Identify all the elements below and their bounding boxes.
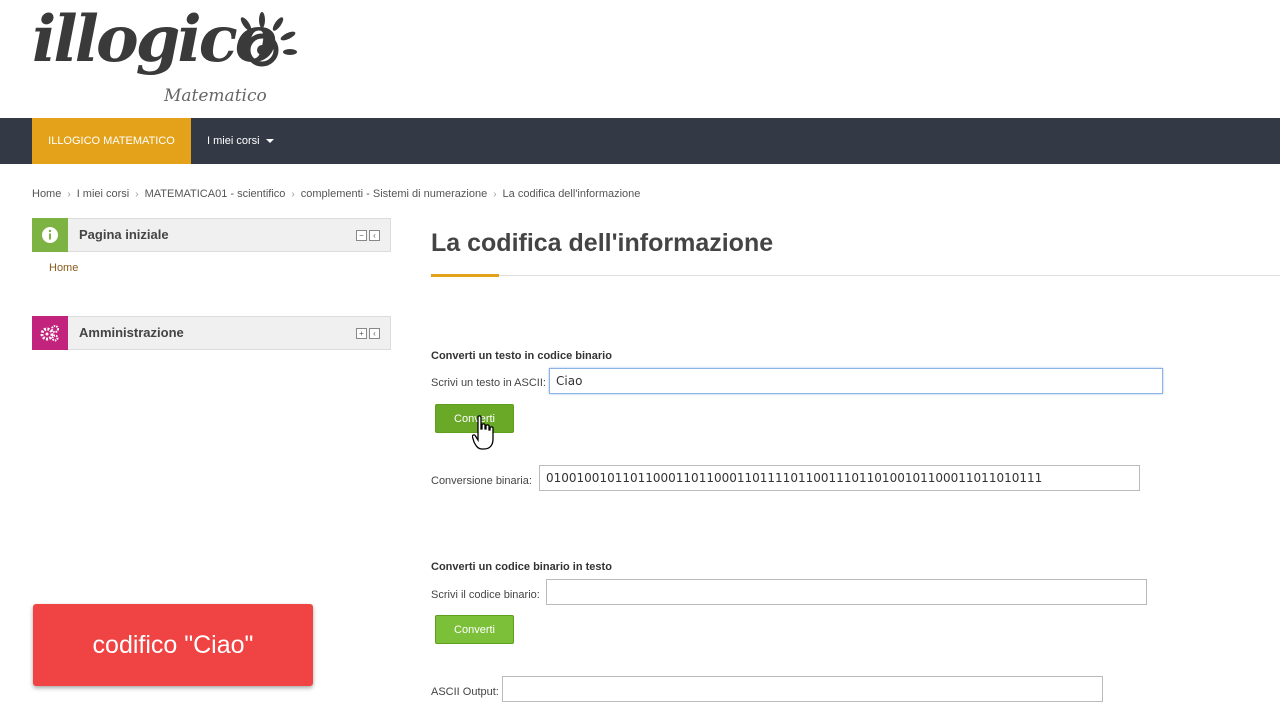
block-title: Amministrazione (79, 325, 184, 340)
sun-spiral-icon (240, 12, 297, 67)
breadcrumb-section[interactable]: complementi - Sistemi di numerazione (301, 188, 487, 200)
breadcrumb-current: La codifica dell'informazione (502, 188, 641, 200)
dock-left-icon[interactable]: ‹ (369, 328, 380, 339)
chevron-right-icon: › (135, 188, 139, 200)
binary-input-label: Scrivi il codice binario: (431, 589, 540, 601)
caret-down-icon (265, 139, 274, 143)
ascii-output-label: ASCII Output: (431, 686, 499, 698)
gears-icon (32, 316, 68, 350)
hand-pointer-cursor-icon (472, 415, 494, 450)
ascii-input-label: Scrivi un testo in ASCII: (431, 377, 546, 389)
ascii-output-field[interactable] (502, 676, 1103, 702)
expand-icon[interactable]: + (356, 328, 367, 339)
convert-to-text-button[interactable]: Converti (435, 615, 514, 644)
site-logo[interactable]: illogico Matematico (30, 6, 300, 110)
my-courses-label: I miei corsi (207, 135, 260, 147)
ascii-text-input[interactable]: Ciao (549, 368, 1163, 394)
info-icon (32, 218, 68, 252)
sidebar-home-link[interactable]: Home (49, 262, 78, 274)
breadcrumb-course[interactable]: MATEMATICA01 - scientifico (145, 188, 286, 200)
section-text-to-binary-heading: Converti un testo in codice binario (431, 350, 612, 362)
my-courses-menu[interactable]: I miei corsi (207, 118, 274, 164)
breadcrumb-my-courses[interactable]: I miei corsi (77, 188, 130, 200)
collapse-icon[interactable]: − (356, 230, 367, 241)
block-pagina-iniziale: Pagina iniziale − ‹ (32, 218, 391, 252)
chevron-right-icon: › (67, 188, 71, 200)
section-binary-to-text-heading: Converti un codice binario in testo (431, 561, 612, 573)
title-accent-bar (431, 274, 499, 277)
block-title: Pagina iniziale (79, 227, 169, 242)
logo-subtitle: Matematico (164, 86, 267, 106)
top-navbar: ILLOGICO MATEMATICO I miei corsi (0, 118, 1280, 164)
nav-brand-link[interactable]: ILLOGICO MATEMATICO (32, 118, 191, 164)
caption-overlay: codifico "Ciao" (33, 604, 313, 686)
breadcrumb-home[interactable]: Home (32, 188, 61, 200)
breadcrumb: Home › I miei corsi › MATEMATICA01 - sci… (32, 188, 640, 200)
binary-code-input[interactable] (546, 579, 1147, 605)
page-title: La codifica dell'informazione (431, 229, 774, 257)
block-amministrazione: Amministrazione + ‹ (32, 316, 391, 350)
title-divider (431, 275, 1280, 276)
chevron-right-icon: › (493, 188, 497, 200)
binary-output-label: Conversione binaria: (431, 475, 532, 487)
binary-output-field[interactable]: 0100100101101100011011000110111101100111… (539, 465, 1140, 491)
dock-left-icon[interactable]: ‹ (369, 230, 380, 241)
chevron-right-icon: › (291, 188, 295, 200)
